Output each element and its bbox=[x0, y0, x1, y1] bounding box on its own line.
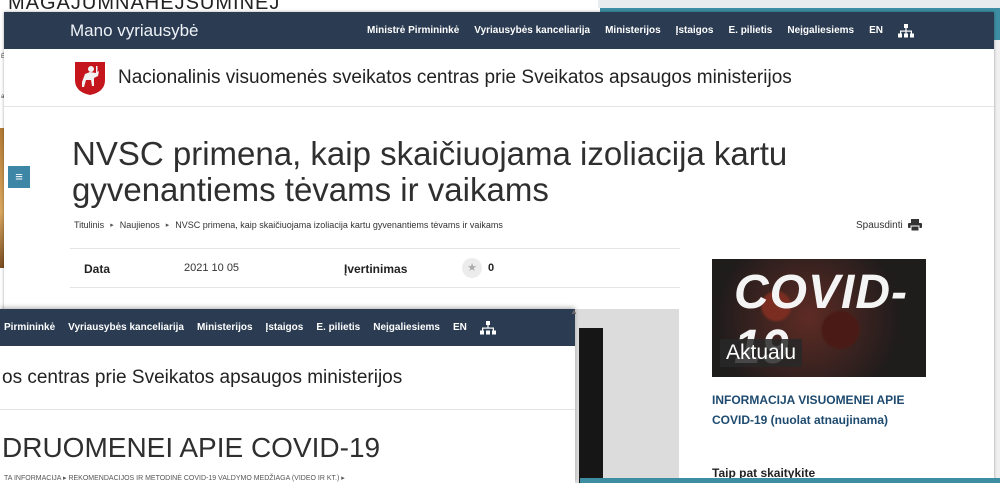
page-title: NVSC primena, kaip skaičiuojama izoliaci… bbox=[72, 135, 788, 208]
covid-banner-image[interactable]: COVID-19 Aktualu bbox=[712, 259, 926, 377]
print-label: Spausdinti bbox=[856, 219, 903, 231]
overlay-institution-title[interactable]: os centras prie Sveikatos apsaugos minis… bbox=[2, 367, 402, 389]
nav-link-e-pilietis[interactable]: E. pilietis bbox=[728, 25, 772, 36]
covid-info-link[interactable]: INFORMACIJA VISUOMENEI APIE COVID-19 (nu… bbox=[712, 390, 937, 430]
date-value: 2021 10 05 bbox=[184, 262, 240, 274]
overlay-nav-ministerijos[interactable]: Ministerijos bbox=[197, 322, 253, 333]
top-nav-links: Ministrė Pirmininkė Vyriausybės kancelia… bbox=[367, 23, 914, 38]
breadcrumb: Titulinis ▸ Naujienos ▸ NVSC primena, ka… bbox=[74, 220, 503, 230]
nav-link-ministre-pirmininke[interactable]: Ministrė Pirmininkė bbox=[367, 25, 459, 36]
hamburger-menu-icon[interactable]: ≡ bbox=[8, 166, 30, 188]
overlay-nav-neigaliesiems[interactable]: Neįgaliesiems bbox=[373, 322, 440, 333]
brand-link[interactable]: Mano vyriausybė bbox=[70, 21, 199, 41]
nav-link-istaigos[interactable]: Įstaigos bbox=[676, 25, 714, 36]
nav-link-kanceliarija[interactable]: Vyriausybės kanceliarija bbox=[474, 25, 590, 36]
breadcrumb-news[interactable]: Naujienos bbox=[120, 220, 160, 230]
overlay-nav-pirmininke[interactable]: Pirmininkė bbox=[4, 322, 55, 333]
nav-link-ministerijos[interactable]: Ministerijos bbox=[605, 25, 661, 36]
chevron-right-icon: ▸ bbox=[110, 222, 114, 229]
overlay-page-title: DRUOMENEI APIE COVID-19 bbox=[2, 432, 381, 463]
overlay-nav-istaigos[interactable]: Įstaigos bbox=[266, 322, 304, 333]
chevron-right-icon: ▸ bbox=[165, 222, 170, 229]
rating-label: Įvertinimas bbox=[344, 262, 408, 276]
nav-link-en[interactable]: EN bbox=[869, 25, 883, 36]
overlay-nav-e-pilietis[interactable]: E. pilietis bbox=[316, 322, 360, 333]
overlay-browser-window: Pirmininkė Vyriausybės kanceliarija Mini… bbox=[0, 309, 575, 483]
sitemap-icon[interactable] bbox=[479, 320, 496, 335]
rating-value: 0 bbox=[488, 262, 495, 274]
overlay-top-navigation: Pirmininkė Vyriausybės kanceliarija Mini… bbox=[0, 309, 575, 346]
overlay-institution-header: os centras prie Sveikatos apsaugos minis… bbox=[0, 346, 575, 410]
printer-icon bbox=[907, 219, 922, 231]
breadcrumb-home[interactable]: Titulinis bbox=[74, 220, 104, 230]
dark-image-fragment bbox=[579, 328, 603, 483]
overlay-breadcrumb: TA INFORMACIJA ▸ REKOMENDACIJOS IR METOD… bbox=[4, 475, 345, 482]
institution-title[interactable]: Nacionalinis visuomenės sveikatos centra… bbox=[118, 67, 792, 89]
institution-header: Nacionalinis visuomenės sveikatos centra… bbox=[4, 49, 994, 107]
scroll-up-arrow-icon[interactable]: ▲ bbox=[570, 307, 580, 317]
nav-link-neigaliesiems[interactable]: Neįgaliesiems bbox=[787, 25, 854, 36]
print-button[interactable]: Spausdinti bbox=[856, 219, 922, 231]
article-meta-row: Data 2021 10 05 Įvertinimas ★ 0 bbox=[70, 248, 680, 288]
overlay-nav-en[interactable]: EN bbox=[453, 322, 467, 333]
coat-of-arms-logo[interactable] bbox=[72, 60, 108, 96]
breadcrumb-current: NVSC primena, kaip skaičiuojama izoliaci… bbox=[175, 220, 503, 230]
top-navigation-bar: Mano vyriausybė Ministrė Pirmininkė Vyri… bbox=[4, 12, 994, 49]
window-frame-edge bbox=[580, 478, 1000, 483]
star-icon[interactable]: ★ bbox=[462, 258, 482, 278]
aktualu-badge: Aktualu bbox=[720, 339, 803, 367]
date-label: Data bbox=[84, 262, 111, 276]
sitemap-icon[interactable] bbox=[898, 23, 914, 38]
overlay-nav-kanceliarija[interactable]: Vyriausybės kanceliarija bbox=[68, 322, 184, 333]
background-window-edge bbox=[598, 0, 1000, 8]
